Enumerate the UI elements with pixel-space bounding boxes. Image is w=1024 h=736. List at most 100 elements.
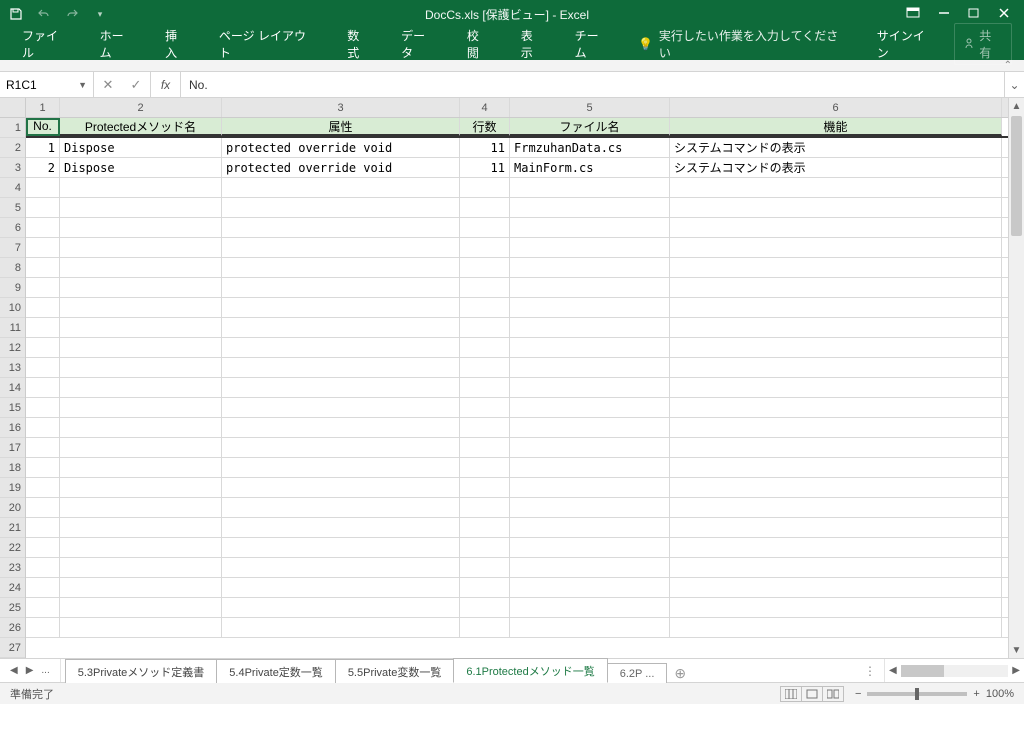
cell[interactable] bbox=[26, 358, 60, 377]
row-header[interactable]: 9 bbox=[0, 278, 25, 298]
cell[interactable] bbox=[460, 498, 510, 517]
cell[interactable] bbox=[460, 458, 510, 477]
nav-more-icon[interactable]: ... bbox=[41, 665, 49, 676]
zoom-knob[interactable] bbox=[915, 688, 919, 700]
add-sheet-icon[interactable]: ⊕ bbox=[666, 665, 694, 682]
cell[interactable] bbox=[460, 478, 510, 497]
ribbon-tab-team[interactable]: チーム bbox=[565, 21, 620, 67]
cell[interactable] bbox=[26, 478, 60, 497]
normal-view-icon[interactable] bbox=[780, 686, 802, 702]
ribbon-tab-data[interactable]: データ bbox=[391, 21, 447, 67]
cell[interactable] bbox=[460, 258, 510, 277]
cell[interactable] bbox=[510, 218, 670, 237]
cell[interactable] bbox=[60, 418, 222, 437]
cell[interactable] bbox=[222, 278, 460, 297]
cell[interactable]: 属性 bbox=[222, 118, 460, 136]
cell[interactable] bbox=[60, 198, 222, 217]
horizontal-scrollbar[interactable]: ◀ ▶ bbox=[884, 659, 1024, 682]
cell[interactable] bbox=[26, 198, 60, 217]
cell[interactable] bbox=[26, 218, 60, 237]
cell[interactable] bbox=[26, 378, 60, 397]
cell[interactable] bbox=[222, 458, 460, 477]
page-layout-view-icon[interactable] bbox=[801, 686, 823, 702]
enter-icon[interactable]: ✓ bbox=[122, 77, 150, 93]
cell[interactable] bbox=[460, 378, 510, 397]
cell[interactable] bbox=[60, 438, 222, 457]
cell[interactable] bbox=[670, 258, 1002, 277]
cell[interactable] bbox=[460, 278, 510, 297]
vertical-scrollbar[interactable]: ▲ ▼ bbox=[1008, 98, 1024, 658]
cell[interactable] bbox=[60, 558, 222, 577]
cell[interactable] bbox=[222, 578, 460, 597]
cell[interactable] bbox=[460, 538, 510, 557]
cell[interactable] bbox=[510, 438, 670, 457]
row-header[interactable]: 18 bbox=[0, 458, 25, 478]
row-header[interactable]: 16 bbox=[0, 418, 25, 438]
cell[interactable] bbox=[460, 618, 510, 637]
cell[interactable] bbox=[510, 298, 670, 317]
sheet-tab[interactable]: 6.2P ... bbox=[607, 663, 668, 683]
zoom-in-icon[interactable]: + bbox=[973, 688, 979, 700]
cell[interactable] bbox=[222, 358, 460, 377]
col-header[interactable]: 2 bbox=[60, 98, 222, 117]
cell[interactable] bbox=[60, 618, 222, 637]
cell[interactable] bbox=[460, 318, 510, 337]
row-header[interactable]: 7 bbox=[0, 238, 25, 258]
cell[interactable] bbox=[670, 338, 1002, 357]
cell[interactable]: Protectedメソッド名 bbox=[60, 118, 222, 136]
name-box[interactable]: R1C1 ▼ bbox=[0, 72, 94, 97]
ribbon-display-icon[interactable] bbox=[906, 7, 920, 22]
cell[interactable]: 機能 bbox=[670, 118, 1002, 136]
cell[interactable] bbox=[60, 398, 222, 417]
save-icon[interactable] bbox=[8, 6, 24, 22]
cell[interactable] bbox=[222, 378, 460, 397]
cell[interactable] bbox=[222, 238, 460, 257]
cell[interactable] bbox=[460, 218, 510, 237]
cell[interactable] bbox=[222, 178, 460, 197]
col-header[interactable]: 5 bbox=[510, 98, 670, 117]
cell[interactable] bbox=[26, 398, 60, 417]
row-header[interactable]: 2 bbox=[0, 138, 25, 158]
cell[interactable] bbox=[460, 578, 510, 597]
cell[interactable] bbox=[510, 318, 670, 337]
cell[interactable] bbox=[510, 398, 670, 417]
row-header[interactable]: 6 bbox=[0, 218, 25, 238]
cell[interactable] bbox=[26, 598, 60, 617]
cell[interactable] bbox=[26, 458, 60, 477]
cell[interactable] bbox=[222, 218, 460, 237]
cell[interactable] bbox=[670, 178, 1002, 197]
cell[interactable]: ファイル名 bbox=[510, 118, 670, 136]
cell[interactable] bbox=[60, 298, 222, 317]
cell[interactable]: システムコマンドの表示 bbox=[670, 158, 1002, 177]
cell[interactable] bbox=[460, 558, 510, 577]
row-header[interactable]: 14 bbox=[0, 378, 25, 398]
row-header[interactable]: 25 bbox=[0, 598, 25, 618]
cell[interactable] bbox=[510, 258, 670, 277]
cell[interactable]: protected override void bbox=[222, 158, 460, 177]
undo-icon[interactable] bbox=[36, 6, 52, 22]
cell[interactable] bbox=[670, 298, 1002, 317]
scrollbar-track[interactable] bbox=[901, 665, 1009, 677]
cell[interactable] bbox=[670, 458, 1002, 477]
cell[interactable] bbox=[460, 178, 510, 197]
tellme-search[interactable]: 💡 実行したい作業を入力してください bbox=[630, 27, 849, 61]
cell[interactable] bbox=[222, 618, 460, 637]
sheet-tab[interactable]: 6.1Protectedメソッド一覧 bbox=[453, 658, 607, 683]
ribbon-tab-home[interactable]: ホーム bbox=[90, 21, 145, 67]
cell[interactable] bbox=[670, 598, 1002, 617]
cell[interactable] bbox=[670, 398, 1002, 417]
cell[interactable] bbox=[510, 558, 670, 577]
cell[interactable] bbox=[510, 358, 670, 377]
cell[interactable] bbox=[60, 518, 222, 537]
maximize-icon[interactable] bbox=[968, 7, 980, 22]
cell[interactable] bbox=[222, 478, 460, 497]
cell[interactable] bbox=[670, 478, 1002, 497]
ribbon-tab-insert[interactable]: 挿入 bbox=[155, 21, 199, 67]
cancel-icon[interactable]: ✕ bbox=[94, 77, 122, 93]
file-tab[interactable]: ファイル bbox=[12, 21, 80, 67]
cell[interactable] bbox=[510, 278, 670, 297]
scroll-up-icon[interactable]: ▲ bbox=[1009, 98, 1024, 114]
cell[interactable] bbox=[460, 598, 510, 617]
cell[interactable] bbox=[26, 238, 60, 257]
cell[interactable] bbox=[670, 618, 1002, 637]
